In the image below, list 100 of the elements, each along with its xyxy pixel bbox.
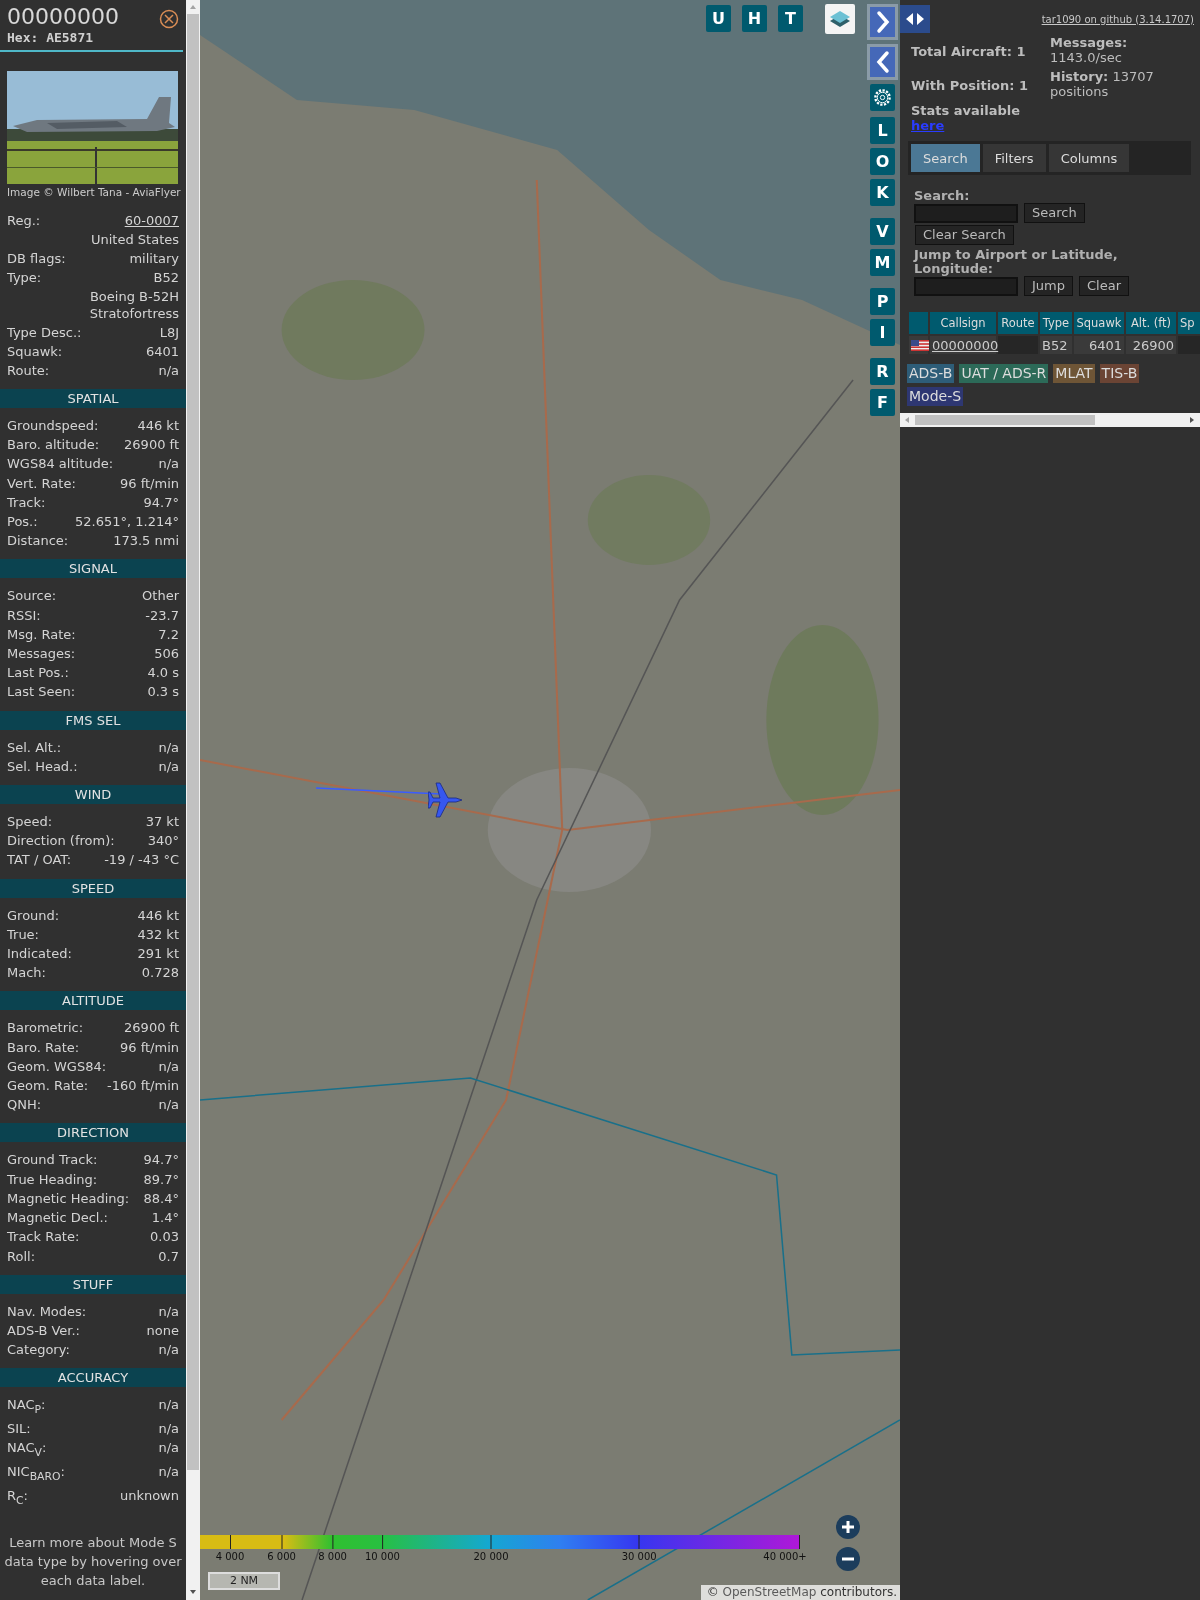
map-toggle-button[interactable]: O: [870, 148, 895, 175]
field-value: Boeing B-52H Stratofortress: [88, 288, 179, 323]
field-label: Geom. WGS84:: [7, 1057, 107, 1076]
field-label: Barometric:: [7, 1019, 84, 1038]
registration-link[interactable]: 60-0007: [124, 211, 179, 230]
field-label: NAC$_{V}$:: [7, 1439, 47, 1461]
field-label: Last Pos.:: [7, 664, 69, 683]
field-value: n/a: [158, 1057, 179, 1076]
tab[interactable]: Columns: [1048, 144, 1130, 172]
map-toggle-button[interactable]: P: [870, 288, 895, 315]
field-label: Direction (from):: [7, 832, 115, 851]
expand-button[interactable]: [867, 4, 898, 40]
map-toggle-button[interactable]: M: [870, 249, 895, 276]
field-value: United States: [90, 231, 179, 249]
field-label: Ground:: [7, 906, 60, 925]
field-label: Category:: [7, 1341, 70, 1360]
clear-button[interactable]: Clear: [1079, 276, 1129, 296]
map-toggle-button[interactable]: H: [742, 5, 767, 32]
section-header: ALTITUDE: [0, 991, 186, 1011]
map-toggle-button[interactable]: R: [870, 358, 895, 385]
map-toggle-button[interactable]: F: [870, 389, 895, 416]
field-label: Baro. Rate:: [7, 1038, 80, 1057]
column-header[interactable]: Type: [1040, 312, 1072, 334]
layers-button[interactable]: [825, 4, 855, 34]
field-label: Squawk:: [7, 343, 63, 361]
layers-icon: [829, 9, 851, 29]
search-field[interactable]: [914, 203, 1018, 223]
tab[interactable]: Filters: [982, 144, 1046, 172]
section-header: ACCURACY: [0, 1368, 186, 1388]
map-toggle-button[interactable]: U: [706, 5, 731, 32]
field-value: 291 kt: [137, 945, 179, 964]
openstreetmap-link[interactable]: OpenStreetMap: [722, 1585, 817, 1599]
version-link[interactable]: tar1090 on github (3.14.1707): [1041, 13, 1194, 25]
map-toggle-button[interactable]: L: [870, 117, 895, 144]
left-right-arrows-icon: [905, 12, 925, 26]
field-value: 446 kt: [137, 906, 179, 925]
field-label: Jump to Airport or Latitude, Longitude:: [914, 248, 1119, 276]
field-value: L8J: [159, 324, 179, 342]
field-label: ADS-B Ver.:: [7, 1321, 80, 1340]
column-header[interactable]: Callsign: [930, 312, 996, 334]
field-value: 0.7: [158, 1247, 179, 1266]
minus-icon: [841, 1557, 855, 1561]
callsign-link[interactable]: 00000000: [932, 337, 999, 353]
search-button[interactable]: Search: [1024, 203, 1085, 223]
stat-text: Stats available: [911, 103, 1022, 118]
stat-text: Messages: 1143.0/sec: [1050, 35, 1129, 65]
field-value: 0.3 s: [147, 683, 179, 702]
field-value: 446 kt: [137, 417, 179, 435]
field-label: Geom. Rate:: [7, 1077, 89, 1096]
stat-text: With Position: 1: [911, 78, 1030, 94]
field-value: none: [146, 1321, 179, 1340]
settings-icon: [873, 88, 892, 107]
close-icon[interactable]: [159, 9, 179, 29]
column-header[interactable]: Sp: [1178, 312, 1200, 334]
scrollbar[interactable]: [900, 413, 1200, 427]
field-label: Track Rate:: [7, 1228, 80, 1247]
field-label: Msg. Rate:: [7, 625, 76, 644]
field-label: Magnetic Heading:: [7, 1189, 130, 1208]
column-header[interactable]: Squawk: [1074, 312, 1124, 334]
jump-button[interactable]: Jump: [1024, 276, 1073, 296]
map-toggle-button[interactable]: I: [870, 319, 895, 346]
field-label: Roll:: [7, 1247, 35, 1266]
field-value: n/a: [158, 1420, 179, 1439]
map-toggle-button[interactable]: K: [870, 179, 895, 206]
field-value: 506: [154, 645, 179, 664]
settings-button[interactable]: [870, 84, 895, 111]
field-label: Pos.:: [7, 513, 38, 531]
help-text: Learn more about Mode S data type by hovering over each data label.: [3, 1534, 183, 1590]
field-value: 96 ft/min: [120, 474, 179, 493]
column-header[interactable]: Alt. (ft): [1126, 312, 1176, 334]
field-label: RSSI:: [7, 606, 41, 625]
field-value: n/a: [158, 362, 179, 380]
field-label: Type Desc.:: [7, 324, 82, 342]
map-toggle-button[interactable]: V: [870, 218, 895, 245]
field-label: Messages:: [7, 645, 76, 664]
field-value: 26900 ft: [124, 1019, 179, 1038]
field-value: 52.651°, 1.214°: [75, 513, 179, 531]
field-value: n/a: [158, 1396, 179, 1415]
field-label: Distance:: [7, 532, 69, 551]
field-label: NIC$_{BARO}$:: [7, 1463, 65, 1485]
legend-tag: TIS-B: [1099, 364, 1140, 383]
field-label: TAT / OAT:: [7, 851, 72, 870]
tab[interactable]: Search: [911, 144, 980, 172]
field-label: Speed:: [7, 813, 53, 832]
field-label: True:: [7, 925, 39, 944]
map-toggle-button[interactable]: T: [778, 5, 803, 32]
field-label: Baro. altitude:: [7, 436, 100, 455]
clear-search-button[interactable]: Clear Search: [915, 225, 1014, 245]
field-label: Vert. Rate:: [7, 474, 76, 493]
panel-toggle-button[interactable]: [900, 5, 930, 33]
aircraft-callsign: 00000000: [7, 3, 119, 30]
field-label: DB flags:: [7, 250, 66, 268]
plus-icon: [841, 1520, 855, 1534]
field-value: 0.03: [150, 1228, 179, 1247]
scrollbar[interactable]: [186, 0, 200, 1600]
section-header: FMS SEL: [0, 710, 186, 730]
collapse-button[interactable]: [867, 44, 898, 80]
field-value: 0.728: [141, 964, 179, 983]
column-header[interactable]: Route: [998, 312, 1038, 334]
jump-field[interactable]: [914, 276, 1018, 296]
